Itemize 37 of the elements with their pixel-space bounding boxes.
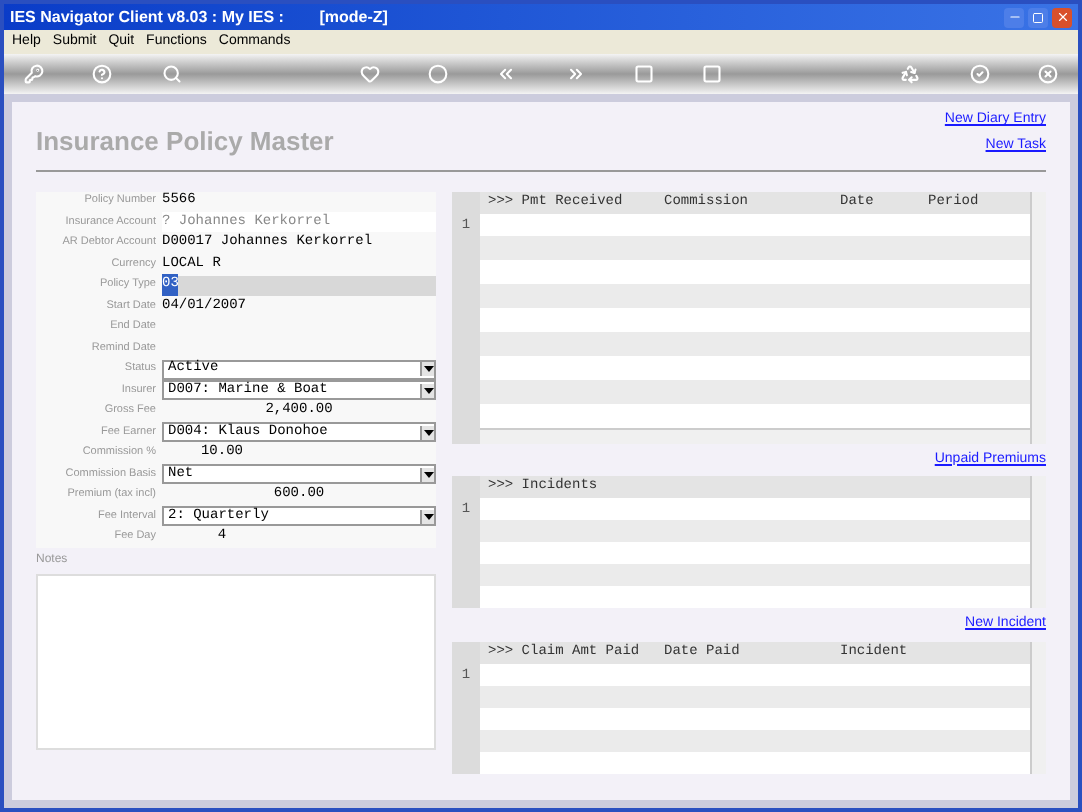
window-title: IES Navigator Client v8.03 : My IES : [mode-Z]: [10, 5, 388, 29]
notes-field[interactable]: [36, 573, 436, 749]
grid-row[interactable]: [480, 498, 1030, 520]
circle-icon[interactable]: [427, 64, 448, 84]
caret-icon: [420, 425, 434, 439]
caret-icon: [420, 467, 434, 481]
close-icon[interactable]: [1052, 7, 1072, 27]
help-icon[interactable]: [92, 64, 113, 84]
caret-icon: [420, 362, 434, 376]
square-icon[interactable]: [702, 64, 723, 84]
grid-row[interactable]: [480, 707, 1030, 729]
grid-row[interactable]: [480, 403, 1030, 428]
grid-row[interactable]: [480, 213, 1030, 237]
minimize-icon[interactable]: [1004, 7, 1024, 27]
grid-row[interactable]: [480, 751, 1030, 773]
grid-row[interactable]: [480, 542, 1030, 564]
search-icon[interactable]: [161, 64, 182, 84]
grid-row[interactable]: [480, 355, 1030, 380]
grid-row[interactable]: [480, 586, 1030, 608]
caret-icon: [420, 383, 434, 397]
check-icon[interactable]: [969, 64, 989, 84]
close-icon[interactable]: [1037, 64, 1058, 84]
page-title: Insurance Policy Master: [36, 124, 334, 160]
vertical-scrollbar[interactable]: [1030, 191, 1046, 443]
double-right-icon[interactable]: [565, 64, 586, 84]
key-icon[interactable]: [24, 64, 44, 84]
vertical-scrollbar[interactable]: [1030, 476, 1046, 608]
grid-row[interactable]: [480, 260, 1030, 285]
grid-row[interactable]: [480, 663, 1030, 685]
double-left-icon[interactable]: [496, 64, 517, 84]
grid-row[interactable]: [480, 308, 1030, 332]
maximize-icon[interactable]: [1028, 7, 1048, 27]
heart-icon[interactable]: [359, 64, 379, 84]
recycle-icon[interactable]: [900, 64, 921, 84]
vertical-scrollbar[interactable]: [1030, 641, 1046, 773]
caret-icon: [420, 509, 434, 523]
square-icon[interactable]: [634, 64, 654, 84]
